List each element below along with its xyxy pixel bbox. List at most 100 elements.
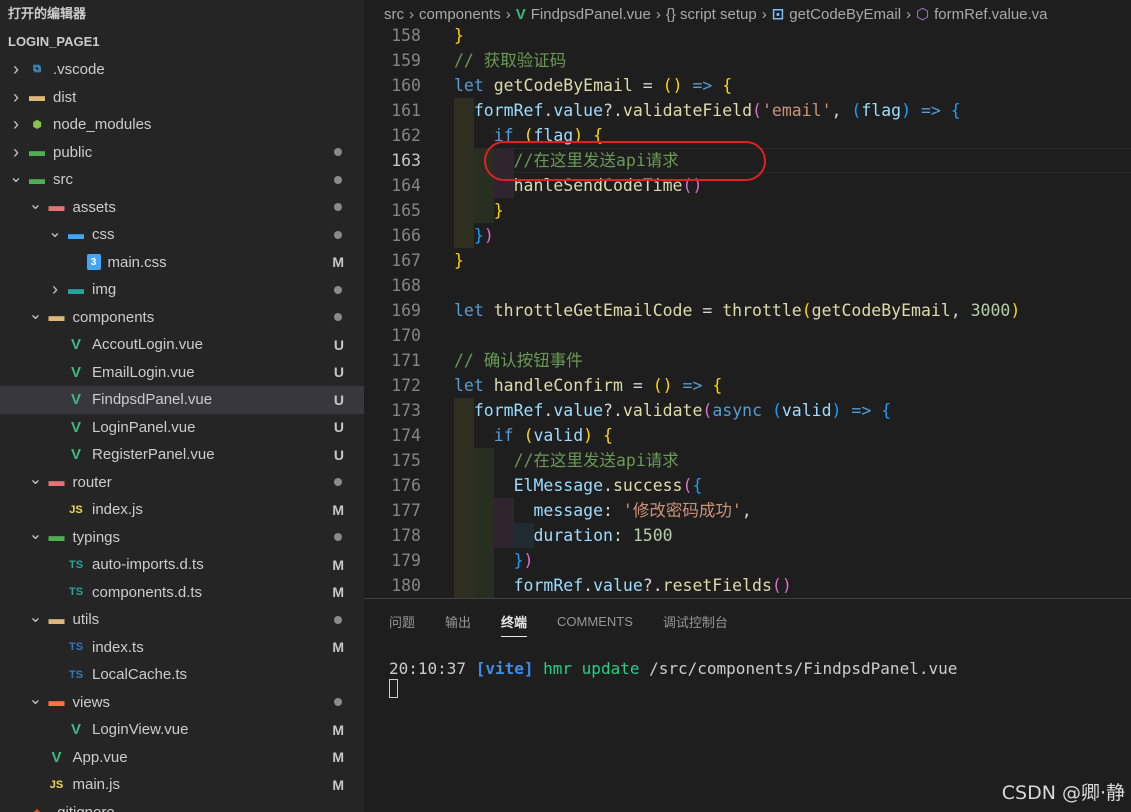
- open-editors-header[interactable]: 打开的编辑器: [0, 0, 364, 28]
- code-line[interactable]: 175 //在这里发送api请求: [364, 448, 1131, 473]
- tree-item[interactable]: TS auto-imports.d.ts M: [0, 551, 364, 579]
- chevron-right-icon[interactable]: ›: [8, 87, 24, 107]
- code-token: value: [593, 576, 643, 595]
- tree-item[interactable]: V App.vue M: [0, 744, 364, 772]
- chevron-down-icon[interactable]: ⌄: [28, 471, 44, 488]
- tree-item-label: main.css: [107, 253, 167, 271]
- tree-item[interactable]: › ▬ img: [0, 276, 364, 304]
- code-token: formRef: [513, 576, 584, 595]
- code-line[interactable]: 176 ElMessage.success({: [364, 473, 1131, 498]
- code-token: async: [712, 401, 772, 420]
- chevron-down-icon[interactable]: ⌄: [28, 196, 44, 213]
- line-number: 165: [391, 201, 421, 220]
- code-token: throttleGetEmailCode: [493, 301, 693, 320]
- chevron-right-icon[interactable]: ›: [8, 59, 24, 79]
- chevron-down-icon[interactable]: ⌄: [28, 526, 44, 543]
- code-token: (: [771, 401, 782, 420]
- breadcrumb-script-setup[interactable]: {} script setup: [666, 6, 757, 23]
- chevron-right-icon[interactable]: ›: [47, 279, 63, 299]
- code-line[interactable]: 160 let getCodeByEmail = () => {: [364, 73, 1131, 98]
- tree-item[interactable]: › ▬ dist: [0, 84, 364, 112]
- tab-terminal[interactable]: 终端: [501, 599, 528, 643]
- tree-item[interactable]: ⌄ ▬ assets: [0, 194, 364, 222]
- code-text: if (valid) {: [454, 423, 613, 448]
- breadcrumb-src[interactable]: src: [384, 6, 404, 23]
- tree-item[interactable]: ⌄ ▬ components: [0, 304, 364, 332]
- breadcrumb-file[interactable]: FindpsdPanel.vue: [531, 6, 651, 23]
- code-text: let handleConfirm = () => {: [454, 373, 722, 398]
- tree-item[interactable]: JS index.js M: [0, 496, 364, 524]
- code-line[interactable]: 180 formRef.value?.resetFields(): [364, 573, 1131, 598]
- code-token: ): [781, 576, 792, 595]
- code-token: (: [851, 101, 862, 120]
- code-editor[interactable]: src › components › V FindpsdPanel.vue › …: [364, 0, 1131, 598]
- code-line[interactable]: 167}: [364, 248, 1131, 273]
- code-token: =>: [841, 401, 882, 420]
- vue-file-icon: V: [70, 363, 81, 381]
- code-line[interactable]: 166 }): [364, 223, 1131, 248]
- breadcrumb-function[interactable]: getCodeByEmail: [789, 6, 901, 23]
- chevron-down-icon[interactable]: ⌄: [28, 691, 44, 708]
- code-line[interactable]: 173 formRef.value?.validate(async (valid…: [364, 398, 1131, 423]
- tree-item[interactable]: TS index.ts M: [0, 634, 364, 662]
- code-line[interactable]: 178 duration: 1500: [364, 523, 1131, 548]
- tree-item[interactable]: JS main.js M: [0, 771, 364, 799]
- code-line[interactable]: 177 message: '修改密码成功',: [364, 498, 1131, 523]
- tree-item[interactable]: V LoginView.vue M: [0, 716, 364, 744]
- code-token: =: [692, 301, 723, 320]
- breadcrumb-member[interactable]: formRef.value.va: [934, 6, 1047, 23]
- tree-item[interactable]: › ⧉ .vscode: [0, 56, 364, 84]
- tab-problems[interactable]: 问题: [389, 599, 415, 643]
- chevron-right-icon[interactable]: ›: [8, 114, 24, 134]
- project-header[interactable]: LOGIN_PAGE1: [0, 28, 364, 56]
- tree-item[interactable]: › ⬢ node_modules: [0, 111, 364, 139]
- chevron-down-icon[interactable]: ⌄: [47, 224, 63, 241]
- code-token: handleConfirm: [493, 376, 623, 395]
- code-line[interactable]: 174 if (valid) {: [364, 423, 1131, 448]
- tree-item[interactable]: ⌄ ▬ src: [0, 166, 364, 194]
- chevron-down-icon[interactable]: ⌄: [28, 609, 44, 626]
- tree-item[interactable]: V RegisterPanel.vue U: [0, 441, 364, 469]
- tree-item[interactable]: 3 main.css M: [0, 249, 364, 277]
- code-line[interactable]: 159 // 获取验证码: [364, 48, 1131, 73]
- tree-item[interactable]: V LoginPanel.vue U: [0, 414, 364, 442]
- tree-item[interactable]: ◆ .gitignore: [0, 799, 364, 812]
- code-line[interactable]: 158}: [364, 23, 1131, 48]
- code-line[interactable]: 168: [364, 273, 1131, 298]
- code-text: // 获取验证码: [454, 48, 566, 73]
- tree-item[interactable]: TS components.d.ts M: [0, 579, 364, 607]
- code-line[interactable]: 169 let throttleGetEmailCode = throttle(g…: [364, 298, 1131, 323]
- tree-item[interactable]: ⌄ ▬ css: [0, 221, 364, 249]
- line-number: 173: [391, 401, 421, 420]
- code-line[interactable]: 170: [364, 323, 1131, 348]
- terminal-cursor[interactable]: [389, 679, 398, 698]
- code-line[interactable]: 172 let handleConfirm = () => {: [364, 373, 1131, 398]
- css-file-icon: 3: [86, 254, 101, 271]
- tree-item[interactable]: ⌄ ▬ typings: [0, 524, 364, 552]
- tree-item[interactable]: V AccoutLogin.vue U: [0, 331, 364, 359]
- code-line[interactable]: 161 formRef.value?.validateField('email'…: [364, 98, 1131, 123]
- chevron-down-icon[interactable]: ⌄: [28, 306, 44, 323]
- code-line[interactable]: 171 // 确认按钮事件: [364, 348, 1131, 373]
- chevron-down-icon[interactable]: ⌄: [8, 169, 24, 186]
- tab-comments[interactable]: COMMENTS: [557, 599, 633, 643]
- breadcrumb-components[interactable]: components: [419, 6, 501, 23]
- tab-output[interactable]: 输出: [445, 599, 471, 643]
- code-token: value: [553, 401, 604, 420]
- tree-item[interactable]: ⌄ ▬ views: [0, 689, 364, 717]
- chevron-right-icon[interactable]: ›: [8, 142, 24, 162]
- code-line[interactable]: 165 }: [364, 198, 1131, 223]
- tree-item[interactable]: TS LocalCache.ts: [0, 661, 364, 689]
- tab-debug-console[interactable]: 调试控制台: [663, 599, 728, 643]
- tree-item[interactable]: V EmailLogin.vue U: [0, 359, 364, 387]
- tree-item[interactable]: ⌄ ▬ router: [0, 469, 364, 497]
- code-line[interactable]: 179 }): [364, 548, 1131, 573]
- tree-item[interactable]: ⌄ ▬ utils: [0, 606, 364, 634]
- tree-item[interactable]: V FindpsdPanel.vue U: [0, 386, 364, 414]
- code-token: resetFields: [662, 576, 772, 595]
- tree-item[interactable]: › ▬ public: [0, 139, 364, 167]
